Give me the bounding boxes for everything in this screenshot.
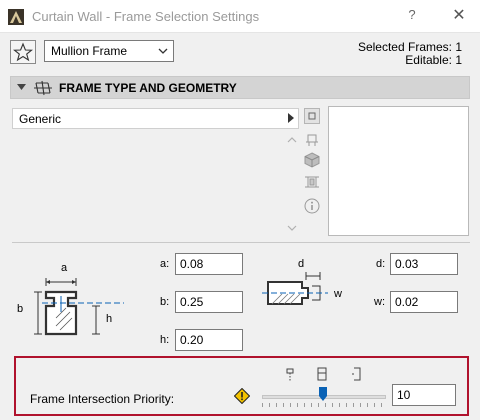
- 3d-box-icon[interactable]: [304, 152, 320, 168]
- dim-b-label: b: [17, 303, 24, 315]
- field-w-input[interactable]: 0.02: [390, 291, 458, 313]
- plan-icon[interactable]: [304, 132, 320, 148]
- collapse-triangle-icon: [17, 84, 26, 90]
- warning-diamond-icon: [234, 388, 250, 404]
- section-icon[interactable]: [304, 174, 320, 190]
- field-a-input[interactable]: 0.08: [175, 253, 243, 275]
- help-button[interactable]: ?: [402, 7, 422, 25]
- priority-high-icon: [352, 367, 361, 381]
- window-title: Curtain Wall - Frame Selection Settings: [32, 9, 260, 24]
- priority-slider-ticks: [262, 403, 386, 407]
- field-d-input[interactable]: 0.03: [390, 253, 458, 275]
- field-h-input[interactable]: 0.20: [175, 329, 243, 351]
- field-b-label: b:: [160, 296, 170, 308]
- close-button[interactable]: ✕: [448, 5, 470, 25]
- selection-counts: Selected Frames: 1 Editable: 1: [358, 41, 462, 67]
- dim-w-label: w: [334, 288, 342, 300]
- dim-h-label: h: [106, 313, 113, 325]
- frame-type-item[interactable]: Generic: [12, 108, 299, 129]
- priority-slider-thumb[interactable]: [318, 387, 327, 401]
- priority-low-icon: [286, 368, 294, 381]
- list-scrollbar[interactable]: [286, 134, 298, 234]
- archicad-app-icon: [8, 9, 24, 25]
- editable-count-text: Editable: 1: [405, 53, 462, 67]
- priority-value: 10: [397, 388, 411, 402]
- field-b-value: 0.25: [180, 295, 204, 309]
- field-h-label: h:: [160, 334, 170, 346]
- section-header-frame-type[interactable]: FRAME TYPE AND GEOMETRY: [10, 76, 470, 99]
- field-w-label: w:: [374, 296, 385, 308]
- star-icon: [13, 42, 33, 62]
- dim-a-label: a: [61, 262, 68, 274]
- field-b-input[interactable]: 0.25: [175, 291, 243, 313]
- priority-mid-icon: [317, 367, 327, 381]
- chevron-right-icon: [288, 113, 294, 123]
- field-a-label: a:: [160, 258, 170, 270]
- dim-d-label: d: [298, 258, 305, 270]
- priority-label: Frame Intersection Priority:: [30, 392, 175, 406]
- frame-class-value: Mullion Frame: [51, 44, 128, 58]
- square-glyph-icon: [308, 112, 316, 120]
- mullion-profile-diagram: [34, 278, 124, 336]
- square-icon[interactable]: [304, 108, 320, 124]
- info-icon[interactable]: [304, 198, 320, 214]
- field-d-value: 0.03: [395, 257, 419, 271]
- favorites-button[interactable]: [10, 40, 36, 64]
- field-a-value: 0.08: [180, 257, 204, 271]
- field-h-value: 0.20: [180, 333, 204, 347]
- priority-value-input[interactable]: 10: [392, 384, 456, 406]
- frame-geometry-icon: [34, 80, 52, 96]
- field-d-label: d:: [376, 258, 386, 270]
- field-w-value: 0.02: [395, 295, 419, 309]
- frame-class-select[interactable]: Mullion Frame: [44, 40, 174, 62]
- frame-type-label: Generic: [19, 112, 62, 126]
- preview-panel: [328, 106, 469, 236]
- section-title: FRAME TYPE AND GEOMETRY: [59, 81, 237, 95]
- divider: [12, 242, 470, 243]
- chevron-down-icon: [158, 48, 168, 54]
